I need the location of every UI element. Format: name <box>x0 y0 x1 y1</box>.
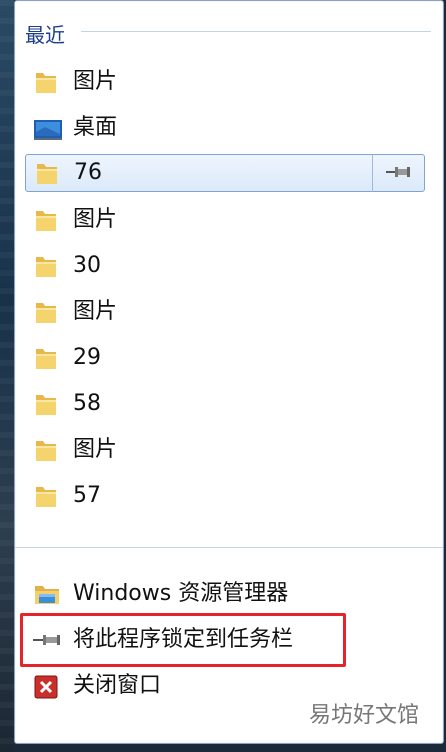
folder-icon <box>34 161 60 187</box>
folder-icon <box>33 484 59 510</box>
recent-item-label: 58 <box>73 391 101 416</box>
recent-item-label: 29 <box>73 345 101 370</box>
recent-item-label: 图片 <box>73 437 118 462</box>
annotation-highlight <box>20 613 346 667</box>
recent-item-pictures-3[interactable]: 图片 <box>25 293 425 331</box>
recent-item-29[interactable]: 29 <box>25 339 425 377</box>
recent-item-desktop[interactable]: 桌面 <box>25 109 425 147</box>
close-window-icon <box>33 674 59 700</box>
recent-item-pictures-2[interactable]: 图片 <box>25 201 425 239</box>
folder-icon <box>33 70 59 96</box>
pin-icon <box>386 167 410 177</box>
task-label: Windows 资源管理器 <box>73 581 289 606</box>
folder-icon <box>33 438 59 464</box>
recent-item-pictures-1[interactable]: 图片 <box>25 63 425 101</box>
recent-item-label: 桌面 <box>73 115 118 140</box>
section-divider-line <box>81 31 431 32</box>
recent-item-label: 图片 <box>73 207 118 232</box>
watermark: 易坊好文馆 <box>308 703 419 728</box>
explorer-icon <box>33 582 59 608</box>
recent-section-title: 最近 <box>25 23 65 47</box>
recent-item-30[interactable]: 30 <box>25 247 425 285</box>
recent-section-header: 最近 <box>15 15 443 51</box>
recent-item-57[interactable]: 57 <box>25 477 425 515</box>
recent-item-label: 图片 <box>73 69 118 94</box>
recent-item-label: 57 <box>73 483 101 508</box>
recent-item-pictures-4[interactable]: 图片 <box>25 431 425 469</box>
recent-item-label: 图片 <box>73 299 118 324</box>
folder-icon <box>33 346 59 372</box>
task-windows-explorer[interactable]: Windows 资源管理器 <box>25 575 425 613</box>
jump-list-panel: 最近 图片 桌面 76 图片 30 图片 29 58 图片 57 Windows… <box>14 0 444 744</box>
recent-item-58[interactable]: 58 <box>25 385 425 423</box>
folder-icon <box>33 392 59 418</box>
desktop-icon <box>33 116 62 142</box>
task-label: 关闭窗口 <box>73 673 162 698</box>
recent-item-label: 76 <box>74 160 102 185</box>
tasks-divider <box>15 547 443 548</box>
folder-icon <box>33 254 59 280</box>
folder-icon <box>33 300 59 326</box>
recent-item-76[interactable]: 76 <box>25 154 425 192</box>
desktop-background <box>0 0 14 752</box>
recent-item-label: 30 <box>73 253 101 278</box>
pin-to-list-button[interactable] <box>372 154 425 192</box>
folder-icon <box>33 208 59 234</box>
